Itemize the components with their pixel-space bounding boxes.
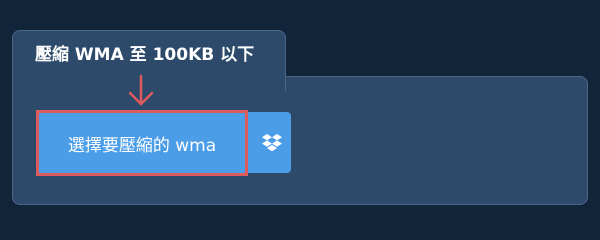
section-title: 壓縮 WMA 至 100KB 以下 — [35, 45, 255, 65]
arrow-down-icon — [128, 74, 154, 106]
dropbox-icon — [261, 133, 282, 151]
page: 壓縮 WMA 至 100KB 以下 選擇要壓縮的 wma — [0, 0, 600, 230]
select-file-label: 選擇要壓縮的 wma — [67, 135, 217, 156]
select-file-button[interactable]: 選擇要壓縮的 wma — [36, 110, 248, 176]
